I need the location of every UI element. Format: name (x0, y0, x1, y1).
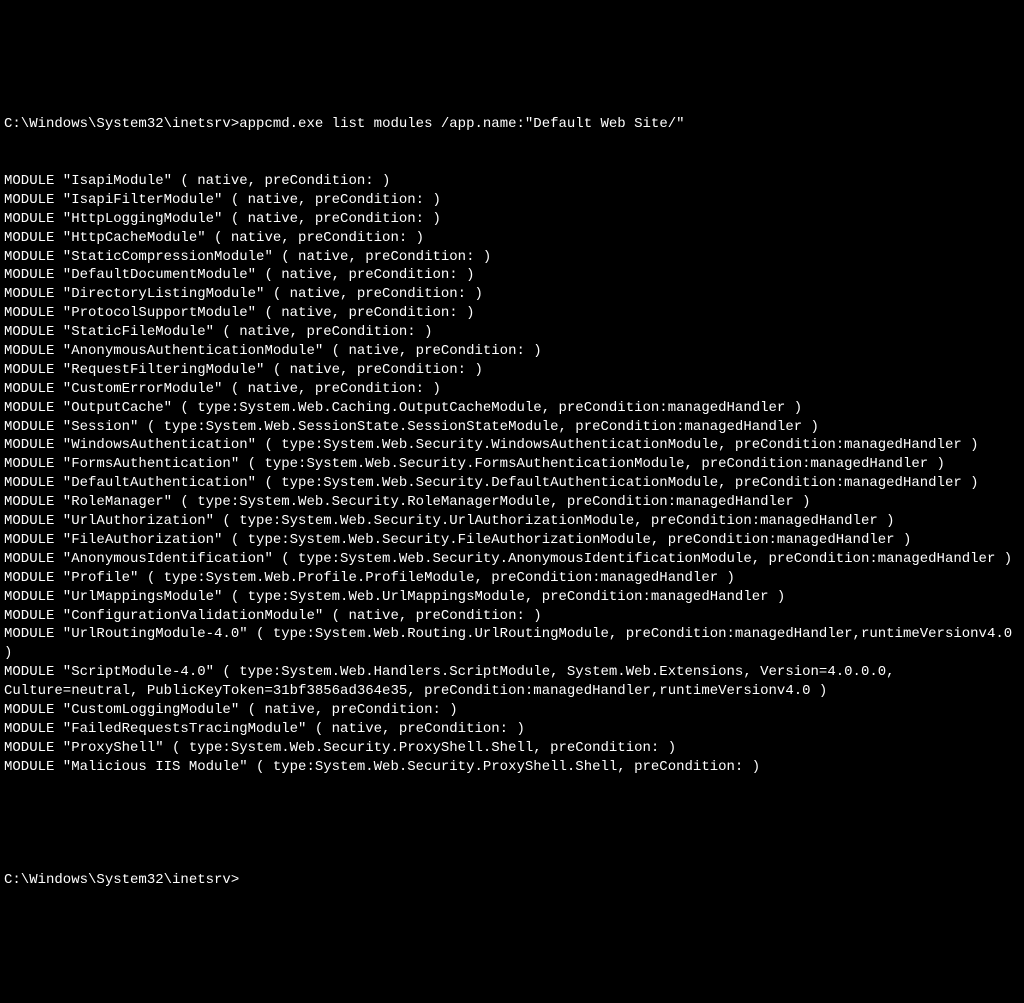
final-prompt-line: C:\Windows\System32\inetsrv> (4, 871, 1020, 890)
command-line: C:\Windows\System32\inetsrv>appcmd.exe l… (4, 115, 1020, 134)
output-line: MODULE "DefaultAuthentication" ( type:Sy… (4, 474, 1020, 493)
output-line: MODULE "CustomLoggingModule" ( native, p… (4, 701, 1020, 720)
output-line: MODULE "Session" ( type:System.Web.Sessi… (4, 418, 1020, 437)
output-lines-container: MODULE "IsapiModule" ( native, preCondit… (4, 172, 1020, 777)
output-line: MODULE "StaticFileModule" ( native, preC… (4, 323, 1020, 342)
output-line: MODULE "WindowsAuthentication" ( type:Sy… (4, 436, 1020, 455)
output-line: MODULE "FileAuthorization" ( type:System… (4, 531, 1020, 550)
output-line: MODULE "AnonymousIdentification" ( type:… (4, 550, 1020, 569)
output-line: MODULE "HttpCacheModule" ( native, preCo… (4, 229, 1020, 248)
output-line: MODULE "RoleManager" ( type:System.Web.S… (4, 493, 1020, 512)
output-line: MODULE "IsapiFilterModule" ( native, pre… (4, 191, 1020, 210)
output-line: MODULE "UrlMappingsModule" ( type:System… (4, 588, 1020, 607)
output-line: MODULE "IsapiModule" ( native, preCondit… (4, 172, 1020, 191)
command-text: appcmd.exe list modules /app.name:"Defau… (239, 116, 684, 132)
prompt-path: C:\Windows\System32\inetsrv> (4, 116, 239, 132)
output-line: MODULE "UrlRoutingModule-4.0" ( type:Sys… (4, 625, 1020, 663)
final-prompt: C:\Windows\System32\inetsrv> (4, 872, 239, 888)
output-line: MODULE "FormsAuthentication" ( type:Syst… (4, 455, 1020, 474)
output-line: MODULE "CustomErrorModule" ( native, pre… (4, 380, 1020, 399)
output-line: MODULE "ProtocolSupportModule" ( native,… (4, 304, 1020, 323)
output-line: MODULE "ProxyShell" ( type:System.Web.Se… (4, 739, 1020, 758)
output-line: MODULE "DefaultDocumentModule" ( native,… (4, 266, 1020, 285)
output-line: MODULE "OutputCache" ( type:System.Web.C… (4, 399, 1020, 418)
output-line: MODULE "StaticCompressionModule" ( nativ… (4, 248, 1020, 267)
output-line: MODULE "DirectoryListingModule" ( native… (4, 285, 1020, 304)
output-line: MODULE "RequestFilteringModule" ( native… (4, 361, 1020, 380)
output-line: MODULE "FailedRequestsTracingModule" ( n… (4, 720, 1020, 739)
output-line: MODULE "ScriptModule-4.0" ( type:System.… (4, 663, 1020, 701)
output-line: MODULE "ConfigurationValidationModule" (… (4, 607, 1020, 626)
output-line: MODULE "Malicious IIS Module" ( type:Sys… (4, 758, 1020, 777)
output-line: MODULE "AnonymousAuthenticationModule" (… (4, 342, 1020, 361)
output-line: MODULE "Profile" ( type:System.Web.Profi… (4, 569, 1020, 588)
terminal-output[interactable]: C:\Windows\System32\inetsrv>appcmd.exe l… (4, 78, 1020, 909)
output-line: MODULE "HttpLoggingModule" ( native, pre… (4, 210, 1020, 229)
output-line: MODULE "UrlAuthorization" ( type:System.… (4, 512, 1020, 531)
blank-line (4, 814, 1020, 833)
